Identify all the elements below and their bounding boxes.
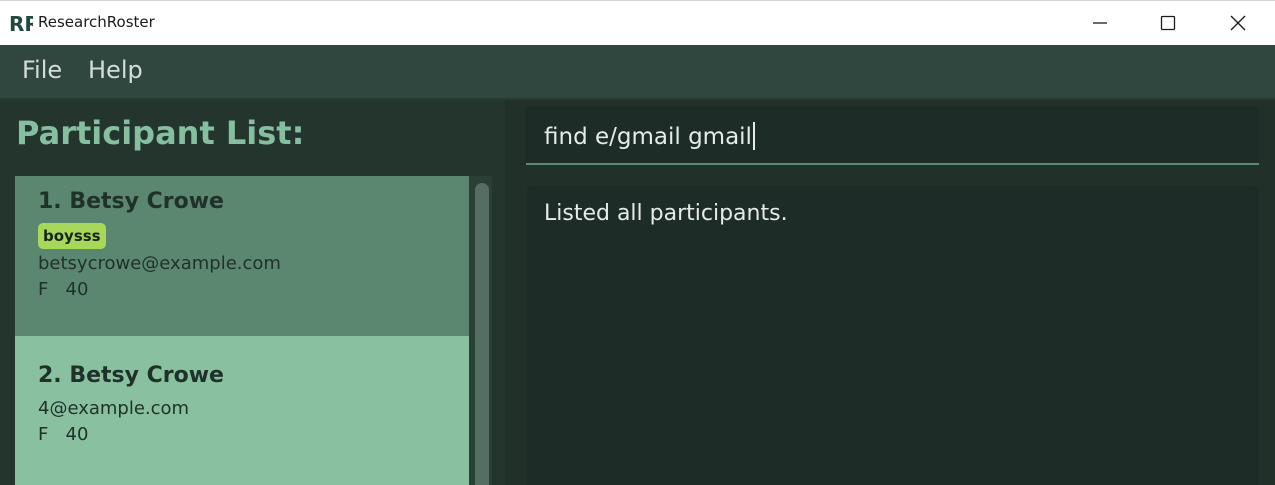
command-input-text: find e/gmail gmail: [544, 122, 755, 150]
command-input[interactable]: find e/gmail gmail: [526, 107, 1259, 165]
app-window: RR ResearchRoster File Help Participant …: [0, 0, 1275, 485]
participant-gender: F: [38, 424, 49, 445]
maximize-button[interactable]: [1136, 1, 1200, 45]
participant-gender: F: [38, 279, 49, 300]
participant-email: betsycrowe@example.com: [38, 253, 281, 274]
participant-age: 40: [65, 424, 89, 445]
list-scrollbar[interactable]: [469, 176, 492, 485]
text-caret: [752, 122, 755, 150]
close-button[interactable]: [1206, 1, 1270, 45]
participant-list[interactable]: 1. Betsy Crowe boysss betsycrowe@example…: [15, 176, 492, 485]
participant-name: 2. Betsy Crowe: [38, 363, 224, 388]
menu-help[interactable]: Help: [88, 56, 143, 84]
participant-card[interactable]: 2. Betsy Crowe 4@example.com F 40: [15, 336, 469, 485]
window-title: ResearchRoster: [38, 13, 155, 31]
participant-list-panel: Participant List: 1. Betsy Crowe boysss …: [0, 100, 505, 485]
close-icon: [1230, 15, 1246, 31]
command-input-value: find e/gmail gmail: [544, 124, 752, 150]
menu-file[interactable]: File: [22, 56, 62, 84]
maximize-icon: [1160, 15, 1176, 31]
participant-name: 1. Betsy Crowe: [38, 189, 224, 214]
participant-email: 4@example.com: [38, 398, 190, 419]
result-display[interactable]: Listed all participants.: [527, 186, 1258, 485]
title-bar[interactable]: RR ResearchRoster: [0, 0, 1275, 45]
participant-gender-age: F 40: [38, 279, 88, 300]
minimize-icon: [1093, 22, 1107, 24]
minimize-button[interactable]: [1068, 1, 1132, 45]
app-logo-icon: RR: [9, 11, 33, 35]
participant-card-selected[interactable]: 1. Betsy Crowe boysss betsycrowe@example…: [15, 176, 469, 336]
participant-age: 40: [65, 279, 89, 300]
menu-bar: File Help: [0, 45, 1275, 100]
participant-tag: boysss: [38, 223, 106, 249]
participant-list-heading: Participant List:: [16, 114, 305, 152]
list-scrollbar-thumb[interactable]: [475, 183, 489, 485]
result-message: Listed all participants.: [544, 201, 788, 226]
app-logo-text: RR: [9, 12, 33, 35]
participant-gender-age: F 40: [38, 424, 88, 445]
